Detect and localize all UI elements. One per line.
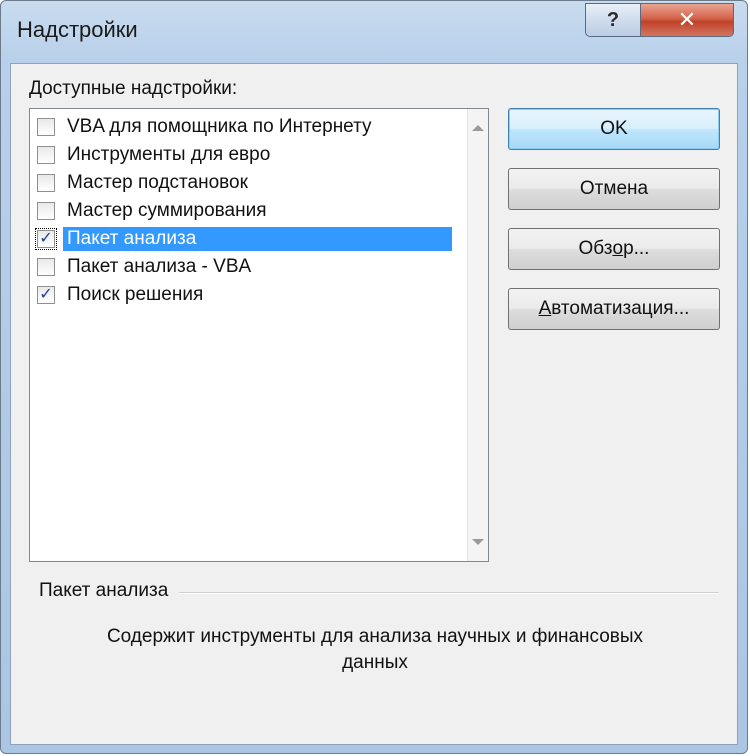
automation-button[interactable]: Автоматизация... [508, 288, 720, 330]
addin-list-item[interactable]: Мастер подстановок [34, 169, 452, 196]
vertical-scrollbar[interactable] [467, 109, 488, 561]
scroll-down-arrow-icon[interactable] [472, 539, 484, 545]
addin-label: Инструменты для евро [67, 143, 271, 165]
checkbox-unchecked[interactable] [37, 117, 55, 136]
addin-label: Мастер подстановок [67, 171, 248, 193]
addins-dialog: Надстройки ? ✕ Доступные надстройки: VBA… [0, 0, 748, 754]
help-icon: ? [606, 8, 620, 31]
close-button[interactable]: ✕ [640, 3, 734, 37]
addin-list-item[interactable]: ✓ Поиск решения [34, 281, 452, 308]
group-divider [179, 592, 719, 594]
addin-list-item[interactable]: VBA для помощника по Интернету [34, 113, 452, 140]
check-icon: ✓ [39, 285, 53, 303]
addin-label: VBA для помощника по Интернету [67, 115, 372, 137]
checkbox-checked[interactable]: ✓ [35, 227, 57, 250]
cancel-button[interactable]: Отмена [508, 168, 720, 210]
addin-list-item[interactable]: ✓ Пакет анализа [34, 225, 452, 252]
addin-label: Поиск решения [67, 283, 204, 305]
ok-button[interactable]: OK [508, 108, 720, 150]
addin-label: Пакет анализа - VBA [67, 255, 252, 277]
addin-list-item[interactable]: Пакет анализа - VBA [34, 253, 452, 280]
scroll-up-arrow-icon[interactable] [472, 125, 484, 131]
checkbox-unchecked[interactable] [37, 145, 55, 164]
close-icon: ✕ [677, 7, 697, 32]
description-group: Пакет анализа Содержит инструменты для а… [29, 580, 721, 730]
checkbox-unchecked[interactable] [37, 257, 55, 276]
available-addins-label: Доступные надстройки: [29, 78, 238, 99]
dialog-body: Доступные надстройки: VBA для помощника … [10, 63, 738, 745]
checkbox-checked[interactable]: ✓ [37, 285, 55, 304]
selected-addin-description: Содержит инструменты для анализа научных… [106, 626, 644, 673]
addin-label: Пакет анализа [63, 226, 452, 251]
dialog-title: Надстройки [17, 17, 138, 42]
addin-label: Мастер суммирования [67, 199, 267, 221]
selected-addin-name: Пакет анализа [39, 580, 169, 601]
help-button[interactable]: ? [585, 3, 641, 37]
addin-list-item[interactable]: Инструменты для евро [34, 141, 452, 168]
title-bar: Надстройки ? ✕ [1, 1, 749, 63]
checkbox-unchecked[interactable] [37, 173, 55, 192]
checkbox-unchecked[interactable] [37, 201, 55, 220]
addins-list[interactable]: VBA для помощника по Интернету Инструмент… [29, 108, 489, 562]
check-icon: ✓ [39, 229, 53, 247]
browse-button[interactable]: Обз о р... [508, 228, 720, 270]
addin-list-item[interactable]: Мастер суммирования [34, 197, 452, 224]
